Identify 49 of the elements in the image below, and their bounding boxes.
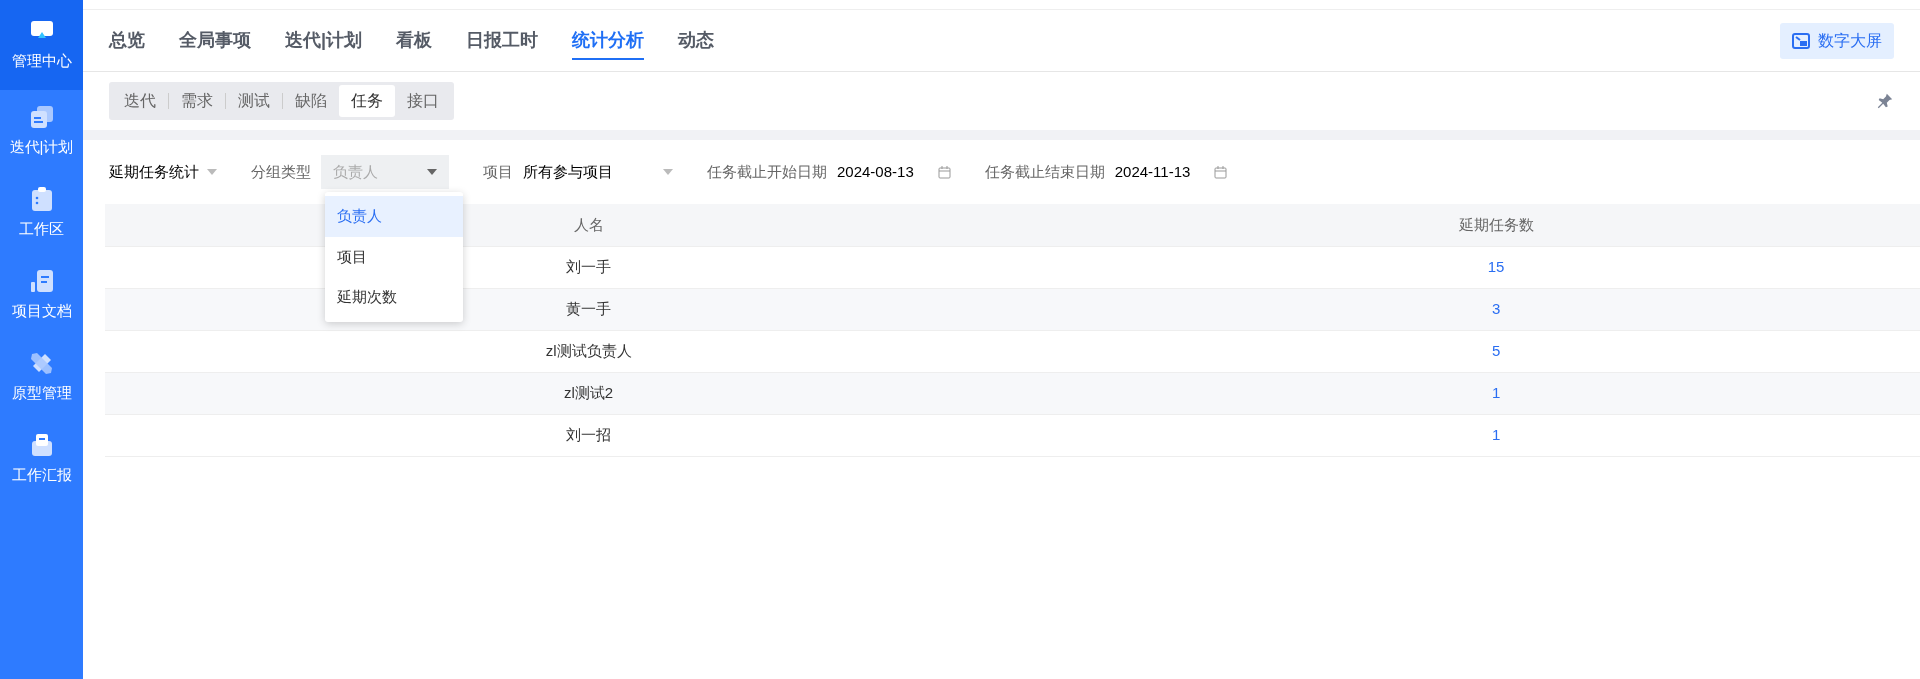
table-cell: zl测试2: [105, 372, 1073, 414]
table-cell: 5: [1072, 330, 1920, 372]
nav-tab[interactable]: 全局事项: [179, 21, 251, 60]
dropdown-option[interactable]: 负责人: [325, 196, 463, 237]
caret-icon: [207, 169, 217, 175]
date-field[interactable]: 2024-08-13: [837, 154, 951, 190]
subtab[interactable]: 任务: [339, 85, 395, 117]
subtab[interactable]: 需求: [169, 85, 225, 117]
pin-icon[interactable]: [1876, 92, 1894, 110]
dropdown-option[interactable]: 项目: [325, 236, 463, 277]
project-select[interactable]: 所有参与项目: [523, 154, 673, 190]
big-screen-button[interactable]: 数字大屏: [1780, 22, 1894, 59]
subtab[interactable]: 缺陷: [283, 85, 339, 117]
filter-label: 项目: [483, 161, 513, 182]
document-icon: [28, 267, 55, 294]
sidebar-item[interactable]: 管理中心: [0, 0, 83, 90]
dropdown-option[interactable]: 延期次数: [325, 277, 463, 318]
nav-tab[interactable]: 动态: [678, 21, 715, 60]
screen-icon: [1792, 32, 1810, 49]
sidebar-item[interactable]: 工作区: [0, 172, 83, 254]
table-cell: 3: [1072, 288, 1920, 330]
caret-icon: [427, 169, 437, 175]
filter-label: 任务截止开始日期: [707, 161, 827, 182]
nav-tab[interactable]: 统计分析: [572, 21, 645, 60]
report-select[interactable]: 延期任务统计: [109, 154, 217, 190]
subtab[interactable]: 测试: [226, 85, 282, 117]
sidebar-item[interactable]: 原型管理: [0, 336, 83, 418]
column-header: 延期任务数: [1072, 204, 1920, 246]
caret-icon: [663, 169, 673, 175]
sidebar-item[interactable]: 迭代|计划: [0, 90, 83, 172]
subtab[interactable]: 迭代: [112, 85, 168, 117]
table-cell: 刘一招: [105, 414, 1073, 456]
date-field[interactable]: 2024-11-13: [1114, 154, 1228, 190]
sidebar-item[interactable]: 工作汇报: [0, 418, 83, 500]
table-cell: 15: [1072, 246, 1920, 288]
nav-tab[interactable]: 总览: [109, 21, 145, 60]
cards-icon: [28, 103, 55, 130]
calendar-icon: [937, 165, 951, 179]
filter-label: 任务截止结束日期: [984, 161, 1105, 182]
nav-tab[interactable]: 日报工时: [466, 21, 539, 60]
table-cell: 1: [1072, 372, 1920, 414]
nav-tab[interactable]: 迭代|计划: [285, 21, 363, 60]
calendar-icon: [1214, 165, 1228, 179]
sidebar-item[interactable]: 项目文档: [0, 254, 83, 336]
filter-label: 分组类型: [251, 161, 311, 182]
table-cell: 1: [1072, 414, 1920, 456]
nav-tab[interactable]: 看板: [396, 21, 433, 60]
subtab[interactable]: 接口: [395, 85, 451, 117]
table-cell: zl测试负责人: [105, 330, 1073, 372]
